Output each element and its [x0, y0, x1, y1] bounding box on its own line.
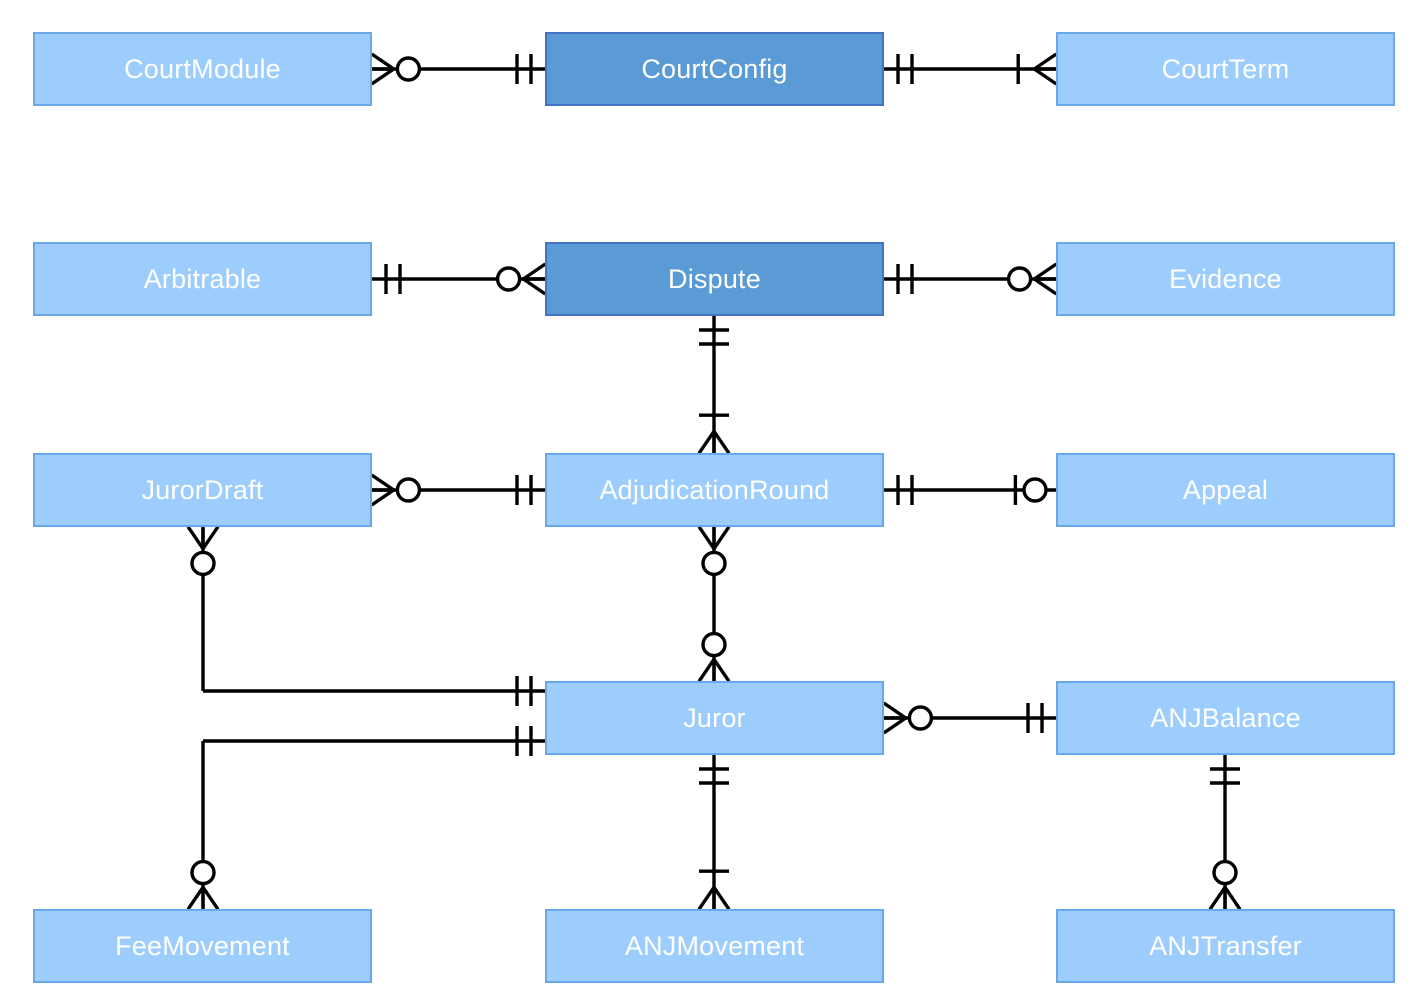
cardinality-optional-circle: [495, 266, 522, 292]
cardinality-zero-or-many-foot: [370, 67, 395, 86]
entity-anjtransfer[interactable]: ANJTransfer: [1056, 909, 1395, 983]
entity-label: Arbitrable: [143, 263, 262, 294]
entity-courtconfig[interactable]: CourtConfig: [545, 32, 884, 106]
entity-label: Appeal: [1182, 474, 1269, 505]
er-diagram-canvas: CourtModule CourtConfig CourtTerm Arbitrabl…: [0, 0, 1422, 1002]
cardinality-optional-circle: [1212, 859, 1238, 886]
entity-juror[interactable]: Juror: [545, 681, 884, 755]
entity-label: CourtTerm: [1161, 53, 1290, 84]
cardinality-optional-circle: [907, 705, 934, 731]
cardinality-one-or-many-foot: [697, 430, 716, 455]
entity-label: CourtModule: [124, 53, 281, 84]
cardinality-zero-or-many-foot: [1033, 262, 1058, 281]
cardinality-zero-or-many-foot: [522, 262, 547, 281]
cardinality-zero-or-many-foot: [370, 473, 395, 492]
cardinality-one-or-many-foot: [712, 430, 731, 455]
entity-anjbalance[interactable]: ANJBalance: [1056, 681, 1395, 755]
entity-adjudicationround[interactable]: AdjudicationRound: [545, 453, 884, 527]
cardinality-zero-or-many-foot: [697, 525, 716, 550]
cardinality-optional-circle: [701, 631, 727, 658]
cardinality-optional-circle: [395, 477, 422, 503]
cardinality-optional-circle: [1022, 477, 1048, 503]
entity-feemovement[interactable]: FeeMovement: [33, 909, 372, 983]
entity-courtmodule[interactable]: CourtModule: [33, 32, 372, 106]
cardinality-zero-or-many-foot: [186, 525, 205, 550]
entity-appeal[interactable]: Appeal: [1056, 453, 1395, 527]
cardinality-zero-or-many-foot: [712, 525, 731, 550]
cardinality-zero-or-many-foot: [882, 716, 907, 735]
entity-evidence[interactable]: Evidence: [1056, 242, 1395, 316]
entity-label: ANJTransfer: [1149, 930, 1302, 961]
cardinality-one-or-many-foot: [697, 886, 716, 911]
cardinality-zero-or-many-foot: [370, 52, 395, 71]
cardinality-zero-or-many-foot: [1208, 886, 1227, 911]
cardinality-zero-or-many-foot: [186, 886, 205, 911]
cardinality-zero-or-many-foot: [712, 658, 731, 683]
cardinality-zero-or-many-foot: [1223, 886, 1242, 911]
cardinality-zero-or-many-foot: [882, 701, 907, 720]
cardinality-zero-or-many-foot: [522, 277, 547, 296]
cardinality-one-or-many-foot: [1033, 67, 1058, 86]
cardinality-optional-circle: [395, 56, 422, 82]
entity-label: FeeMovement: [115, 930, 290, 961]
cardinality-zero-or-many-foot: [1033, 277, 1058, 296]
entity-dispute[interactable]: Dispute: [545, 242, 884, 316]
entity-arbitrable[interactable]: Arbitrable: [33, 242, 372, 316]
cardinality-zero-or-many-foot: [370, 488, 395, 507]
entity-label: Juror: [683, 702, 746, 733]
cardinality-optional-circle: [190, 859, 216, 886]
cardinality-optional-circle: [190, 550, 216, 577]
entity-label: ANJBalance: [1150, 702, 1301, 733]
cardinality-one-or-many-foot: [1033, 52, 1058, 71]
entity-label: Dispute: [668, 263, 761, 294]
entity-anjmovement[interactable]: ANJMovement: [545, 909, 884, 983]
entity-jurordraft[interactable]: JurorDraft: [33, 453, 372, 527]
entity-courtterm[interactable]: CourtTerm: [1056, 32, 1395, 106]
entity-label: AdjudicationRound: [599, 474, 830, 505]
cardinality-optional-circle: [701, 550, 727, 577]
entity-label: ANJMovement: [624, 930, 805, 961]
entity-label: Evidence: [1169, 263, 1282, 294]
cardinality-zero-or-many-foot: [201, 525, 220, 550]
entity-label: CourtConfig: [641, 53, 788, 84]
entity-label: JurorDraft: [141, 474, 264, 505]
cardinality-zero-or-many-foot: [201, 886, 220, 911]
cardinality-one-or-many-foot: [712, 886, 731, 911]
cardinality-optional-circle: [1006, 266, 1033, 292]
cardinality-zero-or-many-foot: [697, 658, 716, 683]
